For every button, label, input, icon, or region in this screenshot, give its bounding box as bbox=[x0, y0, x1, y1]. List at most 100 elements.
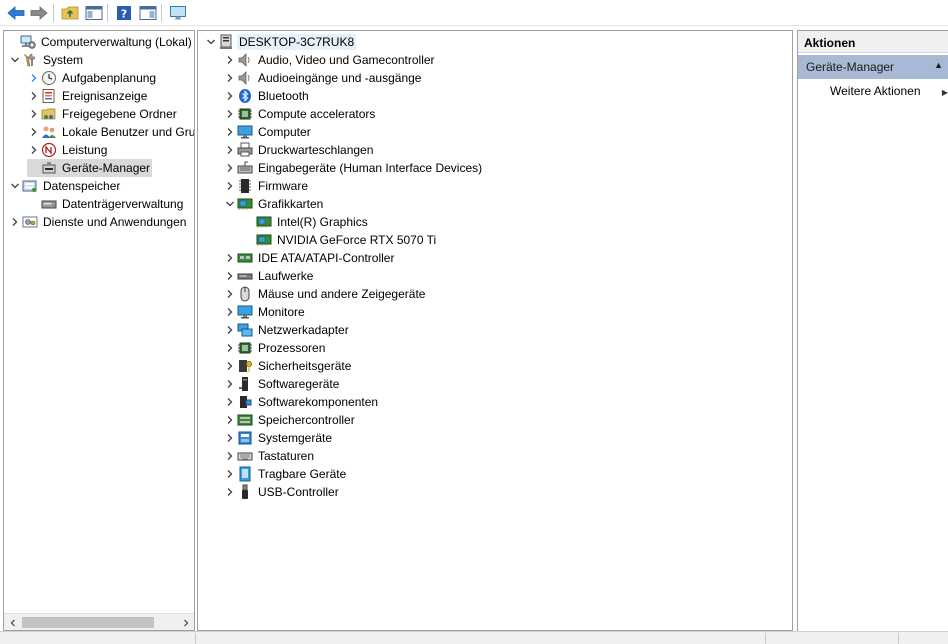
more-actions-link[interactable]: Weitere Aktionen ▶ bbox=[830, 84, 948, 98]
chevron-right-icon[interactable] bbox=[27, 87, 41, 105]
chevron-right-icon[interactable] bbox=[223, 69, 237, 87]
device-category-label: Firmware bbox=[258, 179, 308, 193]
collapse-arrow-icon[interactable]: ▲ bbox=[934, 60, 943, 70]
device-category[interactable]: Firmware bbox=[223, 177, 310, 195]
device-category[interactable]: Speichercontroller bbox=[223, 411, 357, 429]
device-category[interactable]: Mäuse und andere Zeigegeräte bbox=[223, 285, 427, 303]
actions-pane: Aktionen Geräte-Manager ▲ Weitere Aktion… bbox=[797, 30, 948, 631]
chevron-right-icon[interactable] bbox=[223, 339, 237, 357]
chevron-right-icon[interactable] bbox=[223, 447, 237, 465]
device-category[interactable]: Audioeingänge und -ausgänge bbox=[223, 69, 423, 87]
software-device-icon bbox=[237, 376, 253, 392]
chevron-right-icon[interactable] bbox=[223, 393, 237, 411]
console-tree-item[interactable]: Leistung bbox=[27, 141, 109, 159]
device-category-label: Compute accelerators bbox=[258, 107, 376, 121]
device-category[interactable]: Systemgeräte bbox=[223, 429, 334, 447]
device-category[interactable]: Prozessoren bbox=[223, 339, 327, 357]
console-tree-item[interactable]: Dienste und Anwendungen bbox=[8, 213, 188, 231]
device-category[interactable]: Monitore bbox=[223, 303, 307, 321]
device-category-label: Computer bbox=[258, 125, 311, 139]
chevron-right-icon[interactable] bbox=[27, 123, 41, 141]
chevron-right-icon[interactable] bbox=[223, 357, 237, 375]
device-category[interactable]: Softwarekomponenten bbox=[223, 393, 380, 411]
device-category[interactable]: Audio, Video und Gamecontroller bbox=[223, 51, 437, 69]
device-category[interactable]: Softwaregeräte bbox=[223, 375, 341, 393]
device-category[interactable]: Compute accelerators bbox=[223, 105, 377, 123]
up-folder-button[interactable] bbox=[60, 3, 80, 23]
printer-icon bbox=[237, 142, 253, 158]
console-tree-item[interactable]: Datenträgerverwaltung bbox=[27, 195, 185, 213]
device-category[interactable]: Bluetooth bbox=[223, 87, 311, 105]
forward-button[interactable] bbox=[29, 3, 49, 23]
device-category[interactable]: Sicherheitsgeräte bbox=[223, 357, 353, 375]
help-button[interactable]: ? bbox=[114, 3, 134, 23]
chevron-right-icon bbox=[183, 619, 188, 626]
chevron-right-icon[interactable] bbox=[223, 105, 237, 123]
device-category[interactable]: Grafikkarten bbox=[223, 195, 325, 213]
chevron-right-icon[interactable] bbox=[223, 87, 237, 105]
chevron-right-icon[interactable] bbox=[223, 375, 237, 393]
device-category[interactable]: Tragbare Geräte bbox=[223, 465, 348, 483]
device-category[interactable]: Netzwerkadapter bbox=[223, 321, 351, 339]
scroll-thumb[interactable] bbox=[22, 617, 154, 628]
console-tree-item[interactable]: Datenspeicher bbox=[8, 177, 122, 195]
chevron-down-icon[interactable] bbox=[8, 177, 22, 195]
chevron-right-icon[interactable] bbox=[223, 321, 237, 339]
monitor-icon bbox=[237, 304, 253, 320]
tree-item-label: Aufgabenplanung bbox=[62, 71, 157, 85]
device-category-label: Druckwarteschlangen bbox=[258, 143, 374, 157]
chevron-right-icon[interactable] bbox=[223, 51, 237, 69]
device-category[interactable]: Eingabegeräte (Human Interface Devices) bbox=[223, 159, 484, 177]
speaker-icon bbox=[237, 52, 253, 68]
device-item[interactable]: NVIDIA GeForce RTX 5070 Ti bbox=[242, 231, 438, 249]
chevron-down-icon[interactable] bbox=[8, 51, 22, 69]
tree-item-label: Datenträgerverwaltung bbox=[62, 197, 184, 211]
device-item[interactable]: Intel(R) Graphics bbox=[242, 213, 370, 231]
device-category[interactable]: Druckwarteschlangen bbox=[223, 141, 375, 159]
device-category[interactable]: IDE ATA/ATAPI-Controller bbox=[223, 249, 396, 267]
monitor-button[interactable] bbox=[168, 3, 188, 23]
console-tree-item[interactable]: Computerverwaltung (Lokal) bbox=[6, 33, 194, 51]
device-tree-root[interactable]: DESKTOP-3C7RUK8 bbox=[204, 33, 357, 51]
console-tree-item[interactable]: Freigegebene Ordner bbox=[27, 105, 179, 123]
chevron-right-icon[interactable] bbox=[223, 159, 237, 177]
chevron-right-icon[interactable] bbox=[223, 141, 237, 159]
device-category-label: Bluetooth bbox=[258, 89, 309, 103]
actions-section-device-manager[interactable]: Geräte-Manager ▲ bbox=[798, 55, 948, 79]
console-tree-item[interactable]: Ereignisanzeige bbox=[27, 87, 149, 105]
device-category[interactable]: Laufwerke bbox=[223, 267, 315, 285]
chevron-right-icon[interactable] bbox=[223, 411, 237, 429]
console-tree-item[interactable]: Aufgabenplanung bbox=[27, 69, 158, 87]
scroll-left-button[interactable] bbox=[4, 614, 21, 630]
console-tree-item[interactable]: System bbox=[8, 51, 85, 69]
device-category-label: Mäuse und andere Zeigegeräte bbox=[258, 287, 426, 301]
chevron-right-icon[interactable] bbox=[27, 69, 41, 87]
chevron-right-icon[interactable] bbox=[223, 249, 237, 267]
chevron-right-icon[interactable] bbox=[223, 267, 237, 285]
console-tree-item[interactable]: Geräte-Manager bbox=[27, 159, 153, 177]
device-category[interactable]: Computer bbox=[223, 123, 313, 141]
device-category[interactable]: Tastaturen bbox=[223, 447, 316, 465]
chevron-down-icon[interactable] bbox=[223, 195, 237, 213]
back-button[interactable] bbox=[6, 3, 26, 23]
chevron-right-icon[interactable] bbox=[27, 141, 41, 159]
chevron-right-icon[interactable] bbox=[223, 285, 237, 303]
device-category[interactable]: USB-Controller bbox=[223, 483, 341, 501]
actions-header: Aktionen bbox=[798, 31, 948, 53]
chevron-right-icon[interactable] bbox=[223, 177, 237, 195]
device-category-label: Eingabegeräte (Human Interface Devices) bbox=[258, 161, 483, 175]
chevron-right-icon[interactable] bbox=[223, 429, 237, 447]
chevron-right-icon[interactable] bbox=[223, 303, 237, 321]
show-hide-tree-button[interactable] bbox=[84, 3, 104, 23]
chevron-right-icon[interactable] bbox=[223, 483, 237, 501]
chevron-right-icon[interactable] bbox=[223, 123, 237, 141]
chevron-right-icon[interactable] bbox=[27, 105, 41, 123]
chevron-right-icon[interactable] bbox=[8, 213, 22, 231]
show-action-pane-button[interactable] bbox=[138, 3, 158, 23]
console-tree-item[interactable]: Lokale Benutzer und Gru bbox=[27, 123, 194, 141]
horizontal-scrollbar[interactable] bbox=[4, 613, 194, 630]
scroll-right-button[interactable] bbox=[177, 614, 194, 630]
chevron-right-icon[interactable] bbox=[223, 465, 237, 483]
chevron-down-icon[interactable] bbox=[204, 33, 218, 51]
